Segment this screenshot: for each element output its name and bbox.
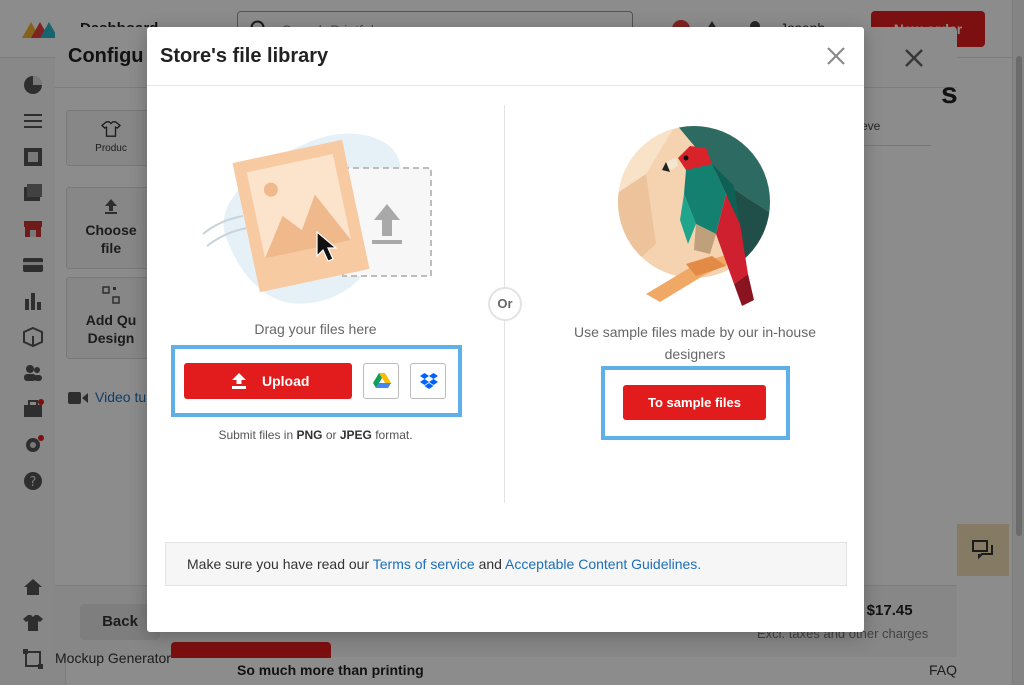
format-jpeg: JPEG [339, 428, 372, 442]
terms-prefix: Make sure you have read our [187, 556, 370, 572]
modal-title: Store's file library [160, 45, 329, 67]
google-drive-button[interactable] [363, 363, 399, 399]
modal-header: Store's file library [147, 27, 864, 86]
terms-notice: Make sure you have read our Terms of ser… [165, 542, 847, 586]
file-library-modal: Store's file library Drag your files her… [147, 27, 864, 632]
submit-note-or: or [325, 428, 337, 442]
close-icon[interactable] [824, 44, 848, 68]
content-guidelines-link[interactable]: Acceptable Content Guidelines. [505, 556, 701, 572]
to-sample-files-button[interactable]: To sample files [623, 385, 766, 420]
terms-of-service-link[interactable]: Terms of service [373, 556, 475, 572]
upload-illustration [202, 133, 432, 304]
upload-button-label: Upload [262, 373, 310, 389]
submit-note-prefix: Submit files in [218, 428, 294, 442]
dropbox-icon [420, 373, 438, 389]
sample-files-description: Use sample files made by our in-house de… [573, 324, 816, 362]
upload-button[interactable]: Upload [184, 363, 352, 399]
submit-format-note: Submit files in PNG or JPEG format. [147, 428, 484, 442]
terms-and: and [478, 556, 502, 572]
format-png: PNG [296, 428, 323, 442]
parrot-sample-illustration [618, 126, 770, 306]
submit-note-suffix: format. [375, 428, 413, 442]
drag-files-text: Drag your files here [254, 321, 377, 337]
upload-arrow-icon [232, 373, 246, 389]
or-separator: Or [488, 287, 522, 321]
google-drive-icon [373, 373, 391, 388]
dropbox-button[interactable] [410, 363, 446, 399]
